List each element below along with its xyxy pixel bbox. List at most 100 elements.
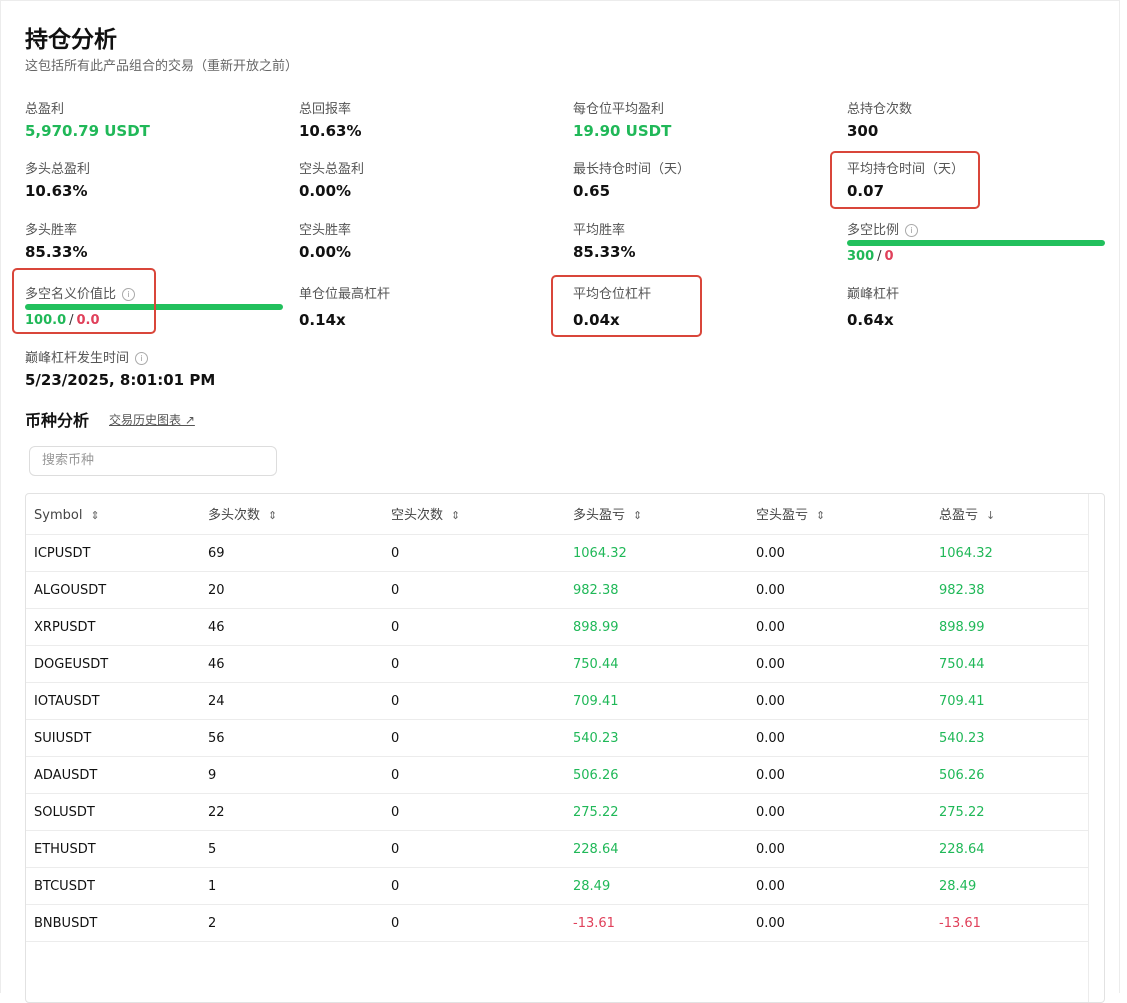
table-row[interactable]: SUIUSDT 56 0 540.23 0.00 540.23 bbox=[26, 720, 1089, 757]
table-cell: 0.00 bbox=[756, 620, 785, 635]
metric-value: 0.64x bbox=[847, 311, 894, 329]
coin-table: Symbol ⇕ 多头次数 ⇕ 空头次数 ⇕ 多头盈亏 ⇕ 空头盈亏 ⇕ 总盈亏 ↓ ICP… bbox=[25, 493, 1105, 1003]
metric-total-return: 总回报率 10.63% bbox=[299, 98, 361, 140]
table-cell: 506.26 bbox=[939, 768, 985, 783]
table-cell: 750.44 bbox=[573, 657, 619, 672]
table-cell: 898.99 bbox=[939, 620, 985, 635]
table-cell: 0.00 bbox=[756, 879, 785, 894]
table-cell: 2 bbox=[208, 916, 217, 931]
table-cell: 9 bbox=[208, 768, 217, 783]
column-header-total-pnl[interactable]: 总盈亏 ↓ bbox=[939, 496, 995, 535]
coin-analysis-title: 币种分析 bbox=[25, 411, 90, 430]
table-row[interactable]: BTCUSDT 1 0 28.49 0.00 28.49 bbox=[26, 868, 1089, 905]
metric-long-total-profit: 多头总盈利 10.63% bbox=[25, 158, 90, 200]
table-row[interactable]: IOTAUSDT 24 0 709.41 0.00 709.41 bbox=[26, 683, 1089, 720]
table-cell: 0 bbox=[391, 842, 400, 857]
metric-max-single-leverage: 单仓位最高杠杆 0.14x bbox=[299, 283, 390, 329]
table-cell: 0 bbox=[391, 620, 400, 635]
table-cell: 1064.32 bbox=[573, 546, 627, 561]
page-subtitle: 这包括所有此产品组合的交易（重新开放之前） bbox=[25, 59, 299, 74]
table-row[interactable]: ALGOUSDT 20 0 982.38 0.00 982.38 bbox=[26, 572, 1089, 609]
table-row[interactable]: BNBUSDT 2 0 -13.61 0.00 -13.61 bbox=[26, 905, 1089, 942]
table-cell: 982.38 bbox=[939, 583, 985, 598]
ratio-bar bbox=[847, 240, 1105, 246]
table-cell: 46 bbox=[208, 657, 225, 672]
metric-label: 多头胜率 bbox=[25, 223, 78, 238]
metric-total-positions: 总持仓次数 300 bbox=[847, 98, 912, 140]
sort-down-icon: ↓ bbox=[986, 509, 996, 522]
highlight-box bbox=[830, 151, 980, 209]
table-cell: IOTAUSDT bbox=[34, 694, 100, 709]
table-cell: 0 bbox=[391, 768, 400, 783]
column-header-short-pnl[interactable]: 空头盈亏 ⇕ bbox=[756, 496, 825, 535]
info-icon[interactable]: i bbox=[135, 352, 149, 365]
table-cell: 982.38 bbox=[573, 583, 619, 598]
table-cell: SUIUSDT bbox=[34, 731, 92, 746]
column-header-long-count[interactable]: 多头次数 ⇕ bbox=[208, 496, 277, 535]
metric-label: 空头总盈利 bbox=[299, 162, 365, 177]
highlight-box bbox=[12, 268, 156, 334]
scrollbar[interactable] bbox=[1088, 494, 1104, 1002]
table-cell: 0.00 bbox=[756, 768, 785, 783]
table-cell: 275.22 bbox=[573, 805, 619, 820]
table-cell: 69 bbox=[208, 546, 225, 561]
table-cell: 1 bbox=[208, 879, 217, 894]
metric-label: 总盈利 bbox=[25, 102, 65, 117]
metric-label: 总回报率 bbox=[299, 102, 352, 117]
table-cell: 0 bbox=[391, 546, 400, 561]
metric-short-total-profit: 空头总盈利 0.00% bbox=[299, 158, 364, 200]
table-cell: 709.41 bbox=[573, 694, 619, 709]
table-cell: 0 bbox=[391, 694, 400, 709]
table-cell: 46 bbox=[208, 620, 225, 635]
table-cell: DOGEUSDT bbox=[34, 657, 109, 672]
table-cell: 228.64 bbox=[573, 842, 619, 857]
trade-history-chart-link[interactable]: 交易历史图表 ↗ bbox=[109, 411, 195, 428]
metric-avg-profit-per-position: 每仓位平均盈利 19.90 USDT bbox=[573, 98, 671, 140]
metric-value: 5/23/2025, 8:01:01 PM bbox=[25, 371, 216, 389]
table-cell: 0 bbox=[391, 731, 400, 746]
column-header-short-count[interactable]: 空头次数 ⇕ bbox=[391, 496, 460, 535]
sort-icon: ⇕ bbox=[633, 509, 643, 522]
column-header-long-pnl[interactable]: 多头盈亏 ⇕ bbox=[573, 496, 642, 535]
metric-value: 0.14x bbox=[299, 311, 346, 329]
table-cell: 0.00 bbox=[756, 805, 785, 820]
column-header-symbol[interactable]: Symbol ⇕ bbox=[34, 496, 100, 535]
metric-short-win-rate: 空头胜率 0.00% bbox=[299, 219, 351, 261]
table-cell: 228.64 bbox=[939, 842, 985, 857]
sort-icon: ⇕ bbox=[268, 509, 278, 522]
long-count: 300 bbox=[847, 249, 875, 264]
metric-peak-leverage-time: 巅峰杠杆发生时间 i 5/23/2025, 8:01:01 PM bbox=[25, 347, 215, 389]
table-cell: 0 bbox=[391, 583, 400, 598]
table-row[interactable]: ADAUSDT 9 0 506.26 0.00 506.26 bbox=[26, 757, 1089, 794]
table-cell: XRPUSDT bbox=[34, 620, 96, 635]
page-title: 持仓分析 bbox=[25, 27, 117, 53]
metric-max-holding-days: 最长持仓时间（天） 0.65 bbox=[573, 158, 690, 200]
metric-label: 巅峰杠杆发生时间 i bbox=[25, 347, 215, 366]
table-cell: 898.99 bbox=[573, 620, 619, 635]
table-row[interactable]: ETHUSDT 5 0 228.64 0.00 228.64 bbox=[26, 831, 1089, 868]
table-cell: 0 bbox=[391, 805, 400, 820]
table-cell: 56 bbox=[208, 731, 225, 746]
metric-label: 多头总盈利 bbox=[25, 162, 91, 177]
metric-value: 0.00% bbox=[299, 243, 352, 261]
table-row[interactable]: DOGEUSDT 46 0 750.44 0.00 750.44 bbox=[26, 646, 1089, 683]
info-icon[interactable]: i bbox=[905, 224, 919, 237]
table-cell: ETHUSDT bbox=[34, 842, 96, 857]
table-cell: 506.26 bbox=[573, 768, 619, 783]
table-cell: BNBUSDT bbox=[34, 916, 98, 931]
table-cell: 0 bbox=[391, 916, 400, 931]
table-row[interactable]: XRPUSDT 46 0 898.99 0.00 898.99 bbox=[26, 609, 1089, 646]
metric-label: 空头胜率 bbox=[299, 223, 352, 238]
table-cell: 0.00 bbox=[756, 657, 785, 672]
metric-peak-leverage: 巅峰杠杆 0.64x bbox=[847, 283, 899, 329]
table-cell: 0.00 bbox=[756, 916, 785, 931]
table-row[interactable]: SOLUSDT 22 0 275.22 0.00 275.22 bbox=[26, 794, 1089, 831]
table-cell: 275.22 bbox=[939, 805, 985, 820]
sort-icon: ⇕ bbox=[90, 509, 100, 522]
metric-value: 85.33% bbox=[25, 243, 88, 261]
table-cell: 24 bbox=[208, 694, 225, 709]
search-coin-input[interactable]: 搜索币种 bbox=[29, 446, 277, 476]
metric-label: 每仓位平均盈利 bbox=[573, 102, 665, 117]
table-row[interactable]: ICPUSDT 69 0 1064.32 0.00 1064.32 bbox=[26, 535, 1089, 572]
short-count: 0 bbox=[884, 249, 894, 264]
